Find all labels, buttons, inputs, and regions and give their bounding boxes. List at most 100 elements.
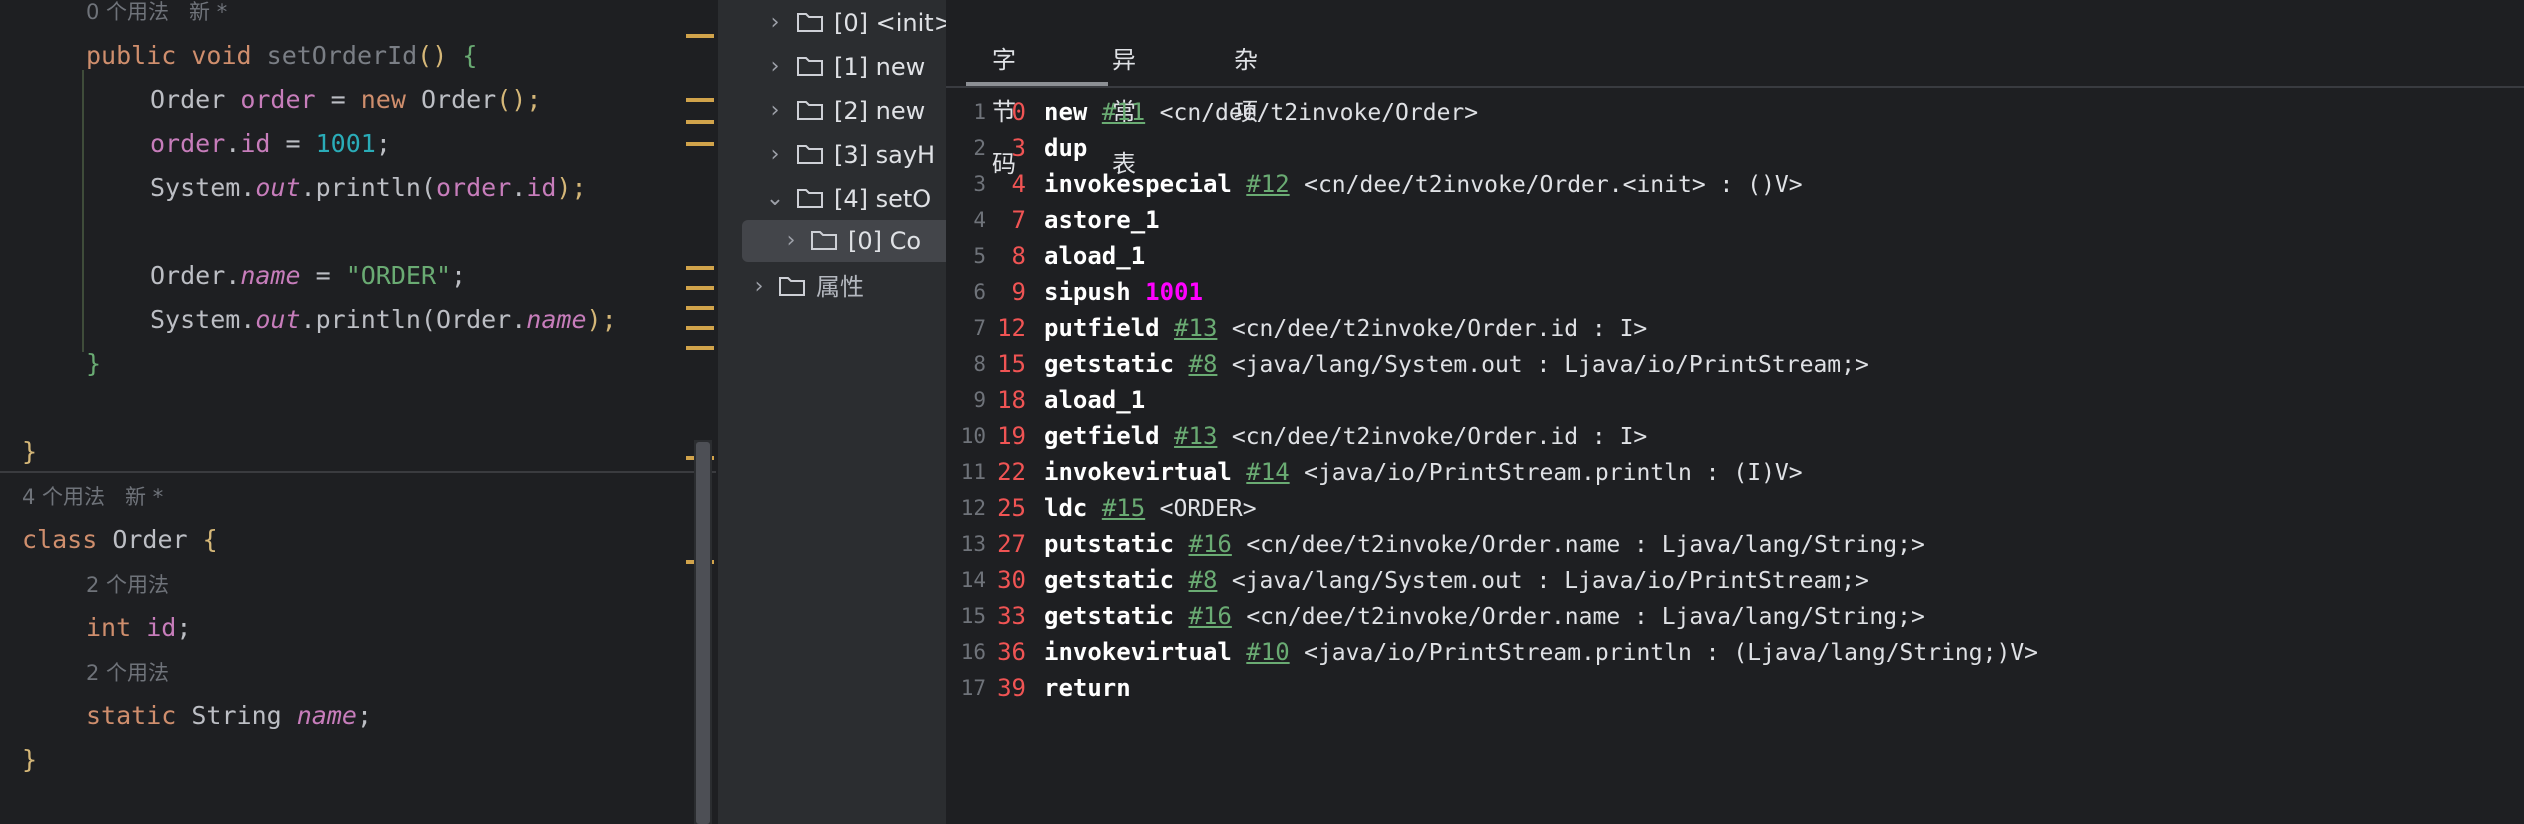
change-marker[interactable] [686, 266, 714, 270]
tree-item-attributes[interactable]: › 属性 [718, 266, 948, 308]
bytecode-row[interactable]: 7 12 putfield #13 <cn/dee/t2invoke/Order.i… [946, 310, 2524, 346]
field-declaration-id[interactable]: int id; [86, 606, 191, 650]
change-marker[interactable] [686, 34, 714, 38]
change-marker[interactable] [686, 306, 714, 310]
field-declaration-name[interactable]: static String name; [86, 694, 372, 738]
chevron-down-icon[interactable]: ⌄ [760, 178, 790, 220]
bytecode-row[interactable]: 1 0 new #11 <cn/dee/t2invoke/Order> [946, 94, 2524, 130]
bytecode-row[interactable]: 9 18 aload_1 [946, 382, 2524, 418]
tree-item-label: [3] sayH [834, 141, 936, 169]
bytecode-row[interactable]: 17 39 return [946, 670, 2524, 706]
operand-comment: <cn/dee/t2invoke/Order> [1159, 100, 1479, 126]
constant-pool-link[interactable]: #8 [1189, 566, 1218, 594]
change-marker[interactable] [686, 326, 714, 330]
chevron-right-icon[interactable]: › [760, 134, 790, 176]
code-line-print-name[interactable]: System.out.println(Order.name); [150, 298, 617, 342]
instruction-offset: 8 [1011, 242, 1026, 270]
indent-guide-scope [82, 70, 84, 352]
opcode-mnemonic: invokevirtual [1044, 458, 1232, 486]
constant-pool-link[interactable]: #8 [1189, 350, 1218, 378]
tree-item-label: [4] setO [834, 185, 932, 213]
constant-pool-link[interactable]: #11 [1102, 98, 1145, 126]
usage-hint-class[interactable]: 4 个用法 新 * [22, 480, 163, 514]
opcode-mnemonic: putfield [1044, 314, 1160, 342]
bytecode-row[interactable]: 6 9 sipush 1001 [946, 274, 2524, 310]
tree-item-new-1[interactable]: › [1] new [718, 46, 948, 88]
constant-pool-link[interactable]: #12 [1246, 170, 1289, 198]
tree-item-setorderid[interactable]: ⌄ [4] setO [718, 178, 948, 220]
bytecode-row[interactable]: 3 4 invokespecial #12 <cn/dee/t2invoke/Ord… [946, 166, 2524, 202]
tree-item-sayhello[interactable]: › [3] sayH [718, 134, 948, 176]
opcode-mnemonic: sipush [1044, 278, 1131, 306]
change-marker[interactable] [686, 142, 714, 146]
bytecode-row[interactable]: 14 30 getstatic #8 <java/lang/System.out :… [946, 562, 2524, 598]
operand-comment: <java/lang/System.out : Ljava/io/PrintSt… [1231, 568, 1869, 594]
code-editor[interactable]: 0 个用法 新 * public void setOrderId() { Ord… [0, 0, 716, 824]
immediate-operand: 1001 [1145, 278, 1203, 306]
usage-hint-id[interactable]: 2 个用法 [86, 568, 169, 602]
class-order: Order. [150, 261, 241, 290]
chevron-right-icon[interactable]: › [760, 2, 790, 44]
ctor-end: (); [496, 85, 542, 114]
assign-op: = [300, 261, 346, 290]
tree-item-code-selected[interactable]: › [0] Co [742, 220, 948, 262]
constant-pool-link[interactable]: #16 [1189, 530, 1232, 558]
opcode-mnemonic: getstatic [1044, 350, 1175, 378]
tab-exception-table[interactable]: 异常表 [1112, 34, 1136, 178]
opcode: putfield #13 <cn/dee/t2invoke/Order.id :… [1044, 310, 1647, 347]
change-marker[interactable] [686, 286, 714, 290]
constant-pool-link[interactable]: #13 [1174, 314, 1217, 342]
tab-bytecode[interactable]: 字节码 [992, 34, 1016, 178]
keyword-static: static [86, 701, 177, 730]
bytecode-row[interactable]: 2 3 dup [946, 130, 2524, 166]
usage-hint-name[interactable]: 2 个用法 [86, 656, 169, 690]
code-line-print-id[interactable]: System.out.println(order.id); [150, 166, 587, 210]
constant-pool-link[interactable]: #15 [1102, 494, 1145, 522]
code-line-new-order[interactable]: Order order = new Order(); [150, 78, 541, 122]
change-marker[interactable] [686, 98, 714, 102]
bytecode-row[interactable]: 16 36 invokevirtual #10 <java/io/PrintStre… [946, 634, 2524, 670]
chevron-right-icon[interactable]: › [744, 266, 774, 308]
tree-item-init[interactable]: › [0] <init> [718, 2, 948, 44]
chevron-right-icon[interactable]: › [760, 90, 790, 132]
constant-pool-link[interactable]: #16 [1189, 602, 1232, 630]
keyword-int: int [86, 613, 132, 642]
chevron-right-icon[interactable]: › [760, 46, 790, 88]
change-marker[interactable] [686, 346, 714, 350]
constant-pool-link[interactable]: #13 [1174, 422, 1217, 450]
operand-comment: <ORDER> [1159, 496, 1257, 522]
bytecode-row[interactable]: 8 15 getstatic #8 <java/lang/System.out : … [946, 346, 2524, 382]
bytecode-row[interactable]: 11 22 invokevirtual #14 <java/io/PrintStre… [946, 454, 2524, 490]
code-line-assign-id[interactable]: order.id = 1001; [150, 122, 391, 166]
bytecode-row[interactable]: 13 27 putstatic #16 <cn/dee/t2invoke/Order… [946, 526, 2524, 562]
instruction-offset: 27 [997, 530, 1026, 558]
field-id: id [146, 613, 177, 642]
opcode: ldc #15 <ORDER> [1044, 490, 1257, 527]
constant-pool-link[interactable]: #14 [1246, 458, 1289, 486]
method-name[interactable]: setOrderId [267, 41, 418, 70]
field-out: out [255, 173, 301, 202]
bytecode-panel[interactable]: 字节码 异常表 杂项 1 0 new #11 <cn/dee/t2invoke/Or… [946, 0, 2524, 824]
bytecode-row[interactable]: 15 33 getstatic #16 <cn/dee/t2invoke/Order… [946, 598, 2524, 634]
semicolon: ; [356, 701, 373, 730]
bytecode-row[interactable]: 12 25 ldc #15 <ORDER> [946, 490, 2524, 526]
tab-misc[interactable]: 杂项 [1234, 34, 1258, 126]
folder-icon [779, 277, 805, 296]
tree-item-new-2[interactable]: › [2] new [718, 90, 948, 132]
bytecode-row[interactable]: 10 19 getfield #13 <cn/dee/t2invoke/Order.… [946, 418, 2524, 454]
opcode: getfield #13 <cn/dee/t2invoke/Order.id :… [1044, 418, 1647, 455]
class-declaration[interactable]: class Order { [22, 518, 218, 562]
instruction-offset: 4 [1011, 170, 1026, 198]
opcode-mnemonic: getstatic [1044, 602, 1175, 630]
operand-comment: <cn/dee/t2invoke/Order.id : I> [1231, 424, 1648, 450]
method-signature[interactable]: public void setOrderId() { [86, 34, 477, 78]
bytecode-row[interactable]: 4 7 astore_1 [946, 202, 2524, 238]
class-structure-tree[interactable]: › [0] <init> › [1] new › [2] new › [3] s… [716, 0, 948, 824]
change-marker[interactable] [686, 120, 714, 124]
usage-hint[interactable]: 0 个用法 新 * [86, 0, 227, 29]
chevron-right-icon[interactable]: › [776, 220, 806, 262]
constant-pool-link[interactable]: #10 [1246, 638, 1289, 666]
vertical-scrollbar-thumb[interactable] [696, 442, 710, 824]
bytecode-row[interactable]: 5 8 aload_1 [946, 238, 2524, 274]
code-line-assign-name[interactable]: Order.name = "ORDER"; [150, 254, 466, 298]
